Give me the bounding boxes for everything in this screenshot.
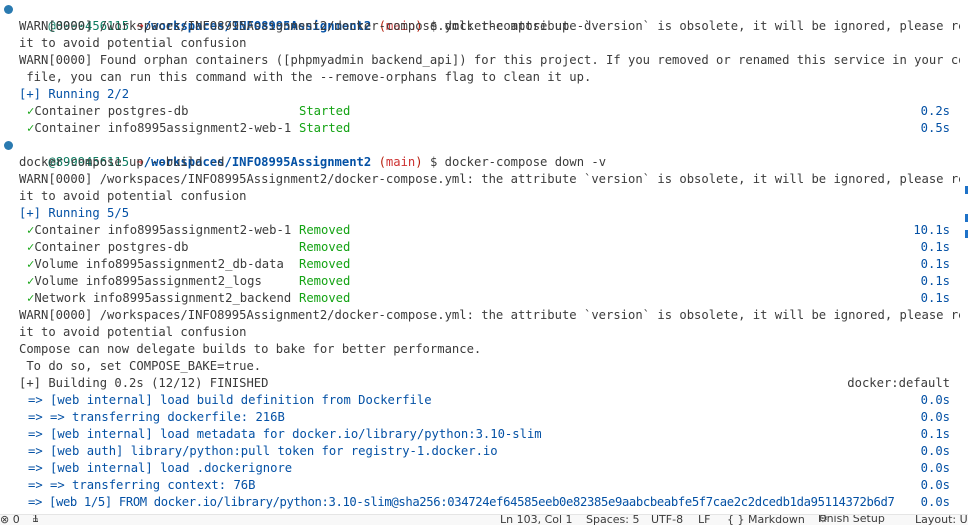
task-row: ✓Container info8995assignment2-web-1 Remo… [27, 223, 950, 237]
command-decoration-success-icon[interactable] [4, 141, 13, 150]
warn-line: WARN[0000] /workspaces/INFO8995Assignmen… [19, 172, 960, 186]
terminal-output[interactable]: @8999456115 ➜/workspaces/INFO8995Assignm… [0, 0, 960, 515]
prompt-line: @8999456115 ➜/workspaces/INFO8995Assignm… [0, 1, 960, 33]
build-step: => [web internal] load metadata for dock… [28, 427, 950, 441]
task-row: ✓Volume info8995assignment2_db-data Remov… [27, 257, 950, 271]
task-row: ✓Container postgres-db Started 0.2s [27, 104, 950, 118]
eol-setting[interactable]: LF [698, 515, 710, 525]
running-status: [+] Running 2/2 [19, 87, 130, 101]
warn-line: WARN[0000] /workspaces/INFO8995Assignmen… [19, 19, 960, 33]
task-row: ✓Volume info8995assignment2_logs Removed 0… [27, 274, 950, 288]
build-step: => [web auth] library/python:pull token … [28, 444, 950, 458]
warn-line: WARN[0000] /workspaces/INFO8995Assignmen… [19, 308, 960, 322]
cursor-position[interactable]: Ln 103, Col 1 [500, 515, 573, 525]
warn-line-cont: it to avoid potential confusion [19, 36, 247, 50]
prompt-line: @8999456115 ➜/workspaces/INFO8995Assignm… [0, 137, 960, 169]
command-decoration-success-icon[interactable] [4, 5, 13, 14]
build-step: => [web 1/5] FROM docker.io/library/pyth… [28, 495, 950, 509]
build-step: => => transferring context: 76B 0.0s [28, 478, 950, 492]
info-line: To do so, set COMPOSE_BAKE=true. [19, 359, 262, 373]
output-line: docker-compose up --build -d [19, 155, 225, 169]
build-step: => => transferring dockerfile: 216B 0.0s [28, 410, 950, 424]
build-step: => [web internal] load .dockerignore 0.0s [28, 461, 950, 475]
indentation-setting[interactable]: Spaces: 5 [586, 515, 639, 525]
warn-line: WARN[0000] Found orphan containers ([php… [19, 53, 960, 67]
warn-line-cont: it to avoid potential confusion [19, 189, 247, 203]
build-step: => [web internal] load build definition … [28, 393, 950, 407]
task-row: ✓Container info8995assignment2-web-1 Star… [27, 121, 950, 135]
info-line: Compose can now delegate builds to bake … [19, 342, 482, 356]
task-row: ✓Container postgres-db Removed 0.1s [27, 240, 950, 254]
encoding-setting[interactable]: UTF-8 [651, 515, 683, 525]
running-status: [+] Running 5/5 [19, 206, 130, 220]
keyboard-layout[interactable]: Layout: U [915, 515, 968, 525]
status-bar: ⊗ 0 ⑃ 1 Ln 103, Col 1 Spaces: 5 UTF-8 LF… [0, 514, 968, 525]
language-mode[interactable]: { } Markdown [727, 515, 805, 525]
problems-indicator[interactable]: ⊗ 0 [0, 515, 20, 525]
task-row: ✓Network info8995assignment2_backend Remo… [27, 291, 950, 305]
building-status: [+] Building 0.2s (12/12) FINISHED docker… [19, 376, 950, 390]
warn-line-cont: it to avoid potential confusion [19, 325, 247, 339]
warn-line-cont: file, you can run this command with the … [19, 70, 592, 84]
